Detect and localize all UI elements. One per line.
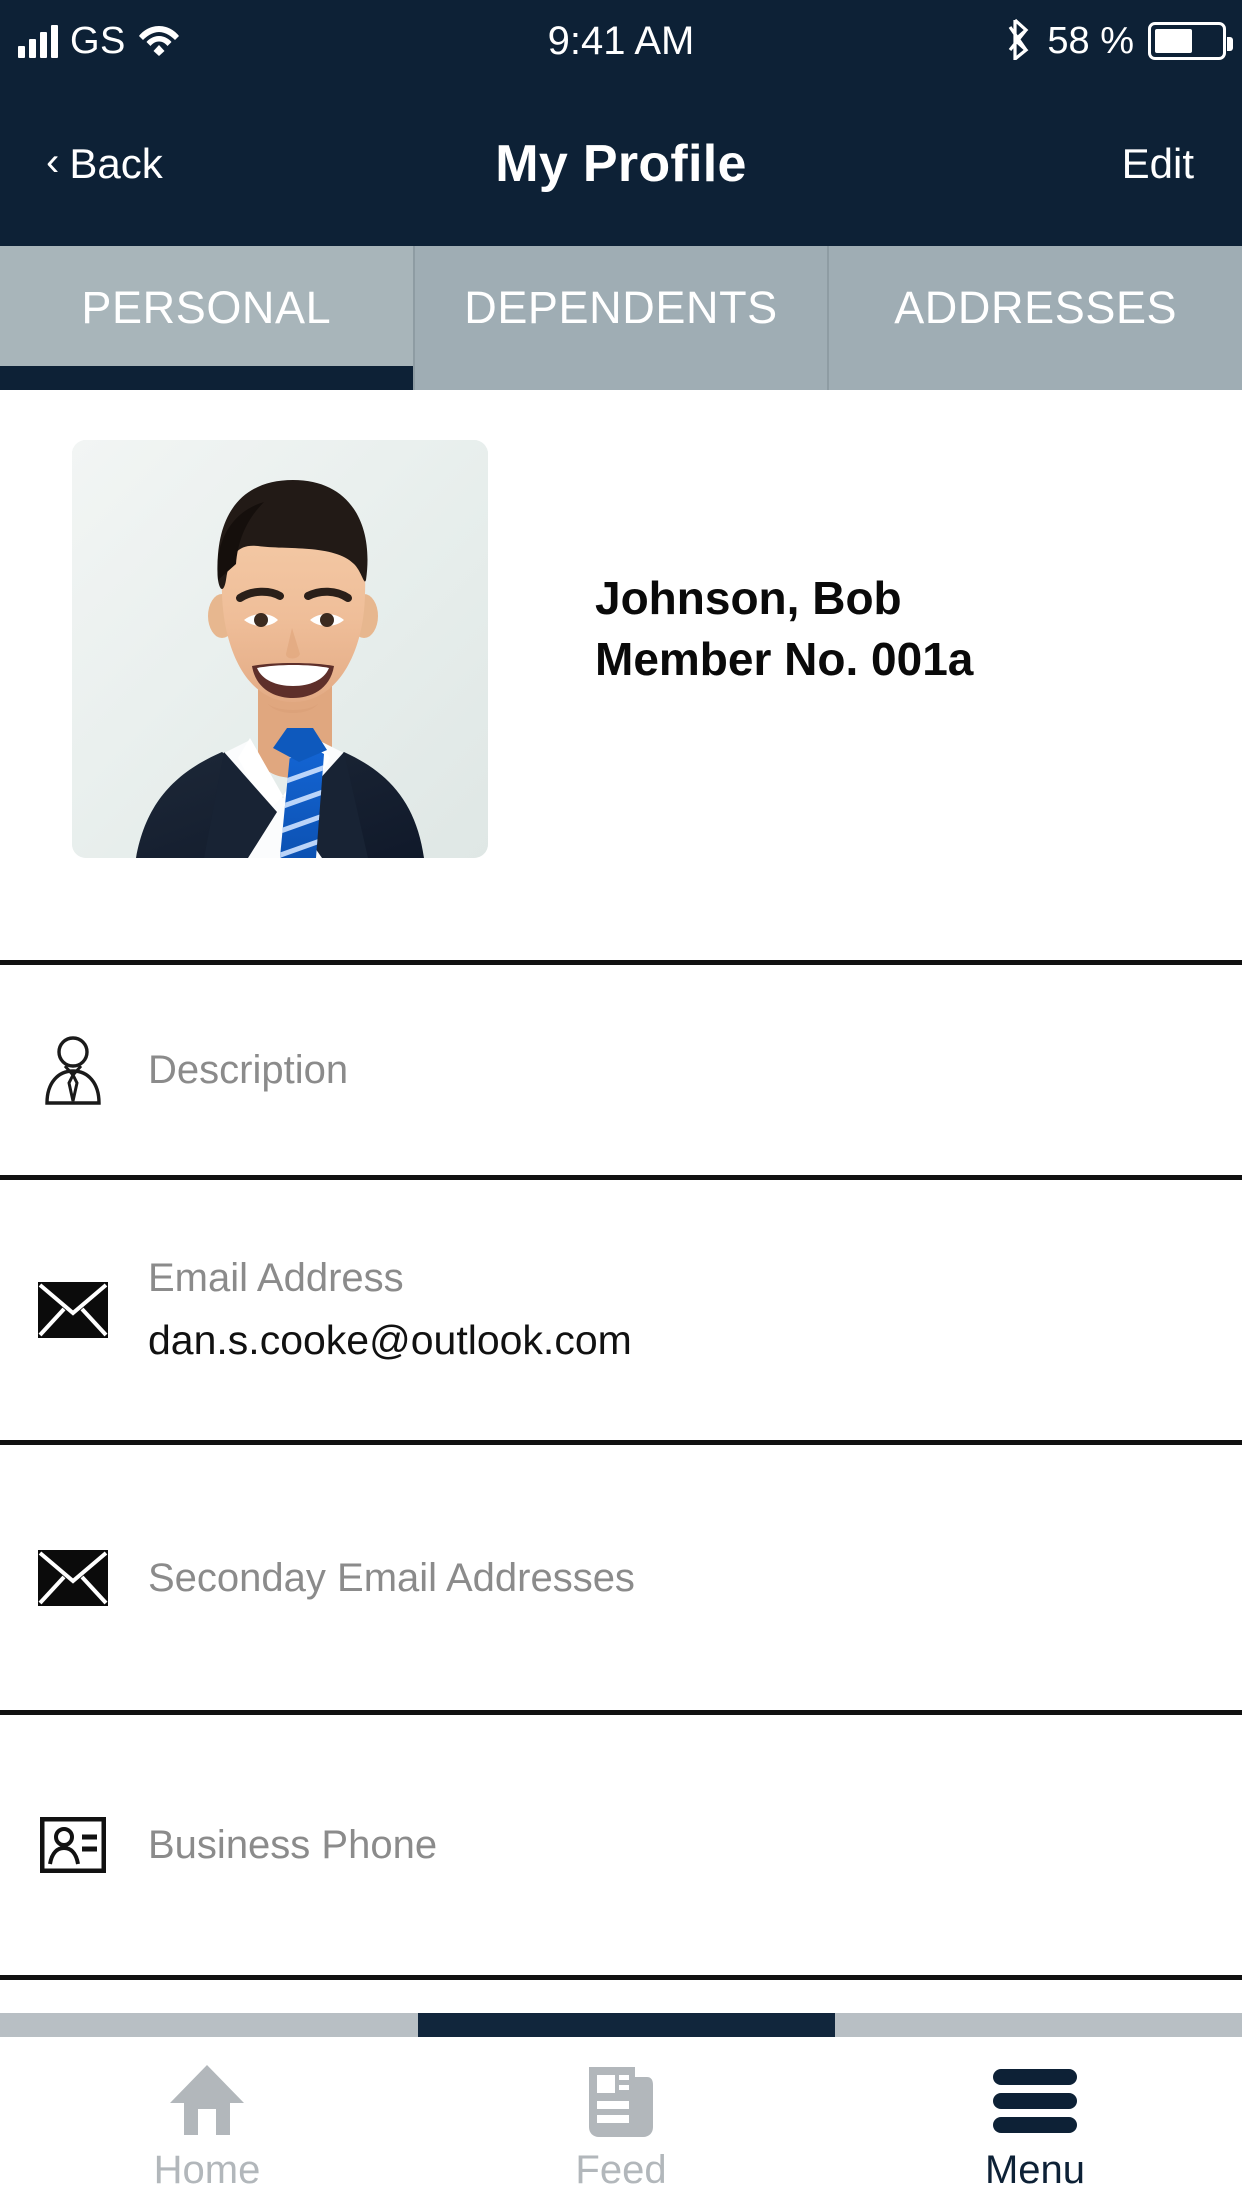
tab-dependents-label: DEPENDENTS: [464, 282, 778, 333]
tab-personal[interactable]: PERSONAL: [0, 246, 415, 390]
envelope-icon: [34, 1539, 112, 1617]
row-divider: [0, 1975, 1242, 1980]
tab-addresses[interactable]: ADDRESSES: [829, 246, 1242, 390]
page-title: My Profile: [495, 135, 747, 193]
field-label-description: Description: [148, 1048, 349, 1092]
tab-addresses-label: ADDRESSES: [894, 282, 1178, 333]
status-bar: GS 9:41 AM 58 %: [0, 0, 1242, 82]
status-bar-right: 58 %: [1007, 0, 1233, 82]
horizontal-scrollbar-thumb[interactable]: [418, 2013, 835, 2037]
profile-member-no: Member No. 001a: [595, 632, 974, 685]
field-body-description: Description: [148, 1041, 1202, 1099]
bottom-tab-menu[interactable]: Menu: [828, 2037, 1242, 2208]
bottom-navigation-bar: Home Feed Menu: [0, 2037, 1242, 2208]
field-row-business-phone[interactable]: Business Phone: [0, 1715, 1242, 1975]
bottom-tab-home-label: Home: [153, 2148, 261, 2192]
clock-label: 9:41 AM: [547, 18, 695, 63]
bottom-tab-feed[interactable]: Feed: [414, 2037, 828, 2208]
avatar[interactable]: [72, 440, 488, 858]
person-tie-icon: [34, 1031, 112, 1109]
navigation-bar: ‹ Back My Profile Edit: [0, 82, 1242, 246]
field-row-secondary-emails[interactable]: Seconday Email Addresses: [0, 1445, 1242, 1710]
tab-personal-label: PERSONAL: [81, 282, 332, 333]
battery-percentage-label: 58 %: [1047, 19, 1134, 62]
field-row-description[interactable]: Description: [0, 965, 1242, 1175]
envelope-icon: [34, 1271, 112, 1349]
bottom-tab-feed-label: Feed: [575, 2148, 667, 2192]
bluetooth-icon: [1007, 18, 1033, 65]
field-label-business-phone: Business Phone: [148, 1823, 438, 1867]
field-body-secondary-emails: Seconday Email Addresses: [148, 1549, 1202, 1607]
profile-identity: Johnson, Bob Member No. 001a: [595, 568, 973, 689]
field-row-email-address[interactable]: Email Address dan.s.cooke@outlook.com: [0, 1180, 1242, 1440]
bottom-tab-menu-label: Menu: [984, 2148, 1086, 2192]
newspaper-icon: [585, 2060, 657, 2140]
battery-icon: [1148, 22, 1233, 60]
field-label-secondary-emails: Seconday Email Addresses: [148, 1555, 635, 1600]
profile-content: Johnson, Bob Member No. 001a Description: [0, 390, 1242, 2010]
field-body-business-phone: Business Phone: [148, 1816, 1202, 1874]
profile-name: Johnson, Bob: [595, 572, 902, 624]
tab-dependents[interactable]: DEPENDENTS: [414, 246, 830, 390]
tab-active-indicator: [0, 366, 413, 390]
field-label-email-address: Email Address: [148, 1256, 404, 1301]
profile-photo-illustration: [72, 440, 488, 858]
contact-card-icon: [34, 1806, 112, 1884]
bottom-tab-home[interactable]: Home: [0, 2037, 414, 2208]
horizontal-scrollbar-track[interactable]: [0, 2013, 1242, 2037]
edit-button[interactable]: Edit: [1122, 82, 1194, 246]
field-body-email-address: Email Address dan.s.cooke@outlook.com: [148, 1249, 1202, 1370]
hamburger-icon: [989, 2060, 1081, 2140]
home-icon: [168, 2060, 246, 2140]
battery-fill: [1155, 29, 1193, 53]
profile-header: Johnson, Bob Member No. 001a: [0, 390, 1242, 960]
field-value-email-address: dan.s.cooke@outlook.com: [148, 1317, 632, 1364]
segment-tab-bar: PERSONAL DEPENDENTS ADDRESSES: [0, 246, 1242, 390]
